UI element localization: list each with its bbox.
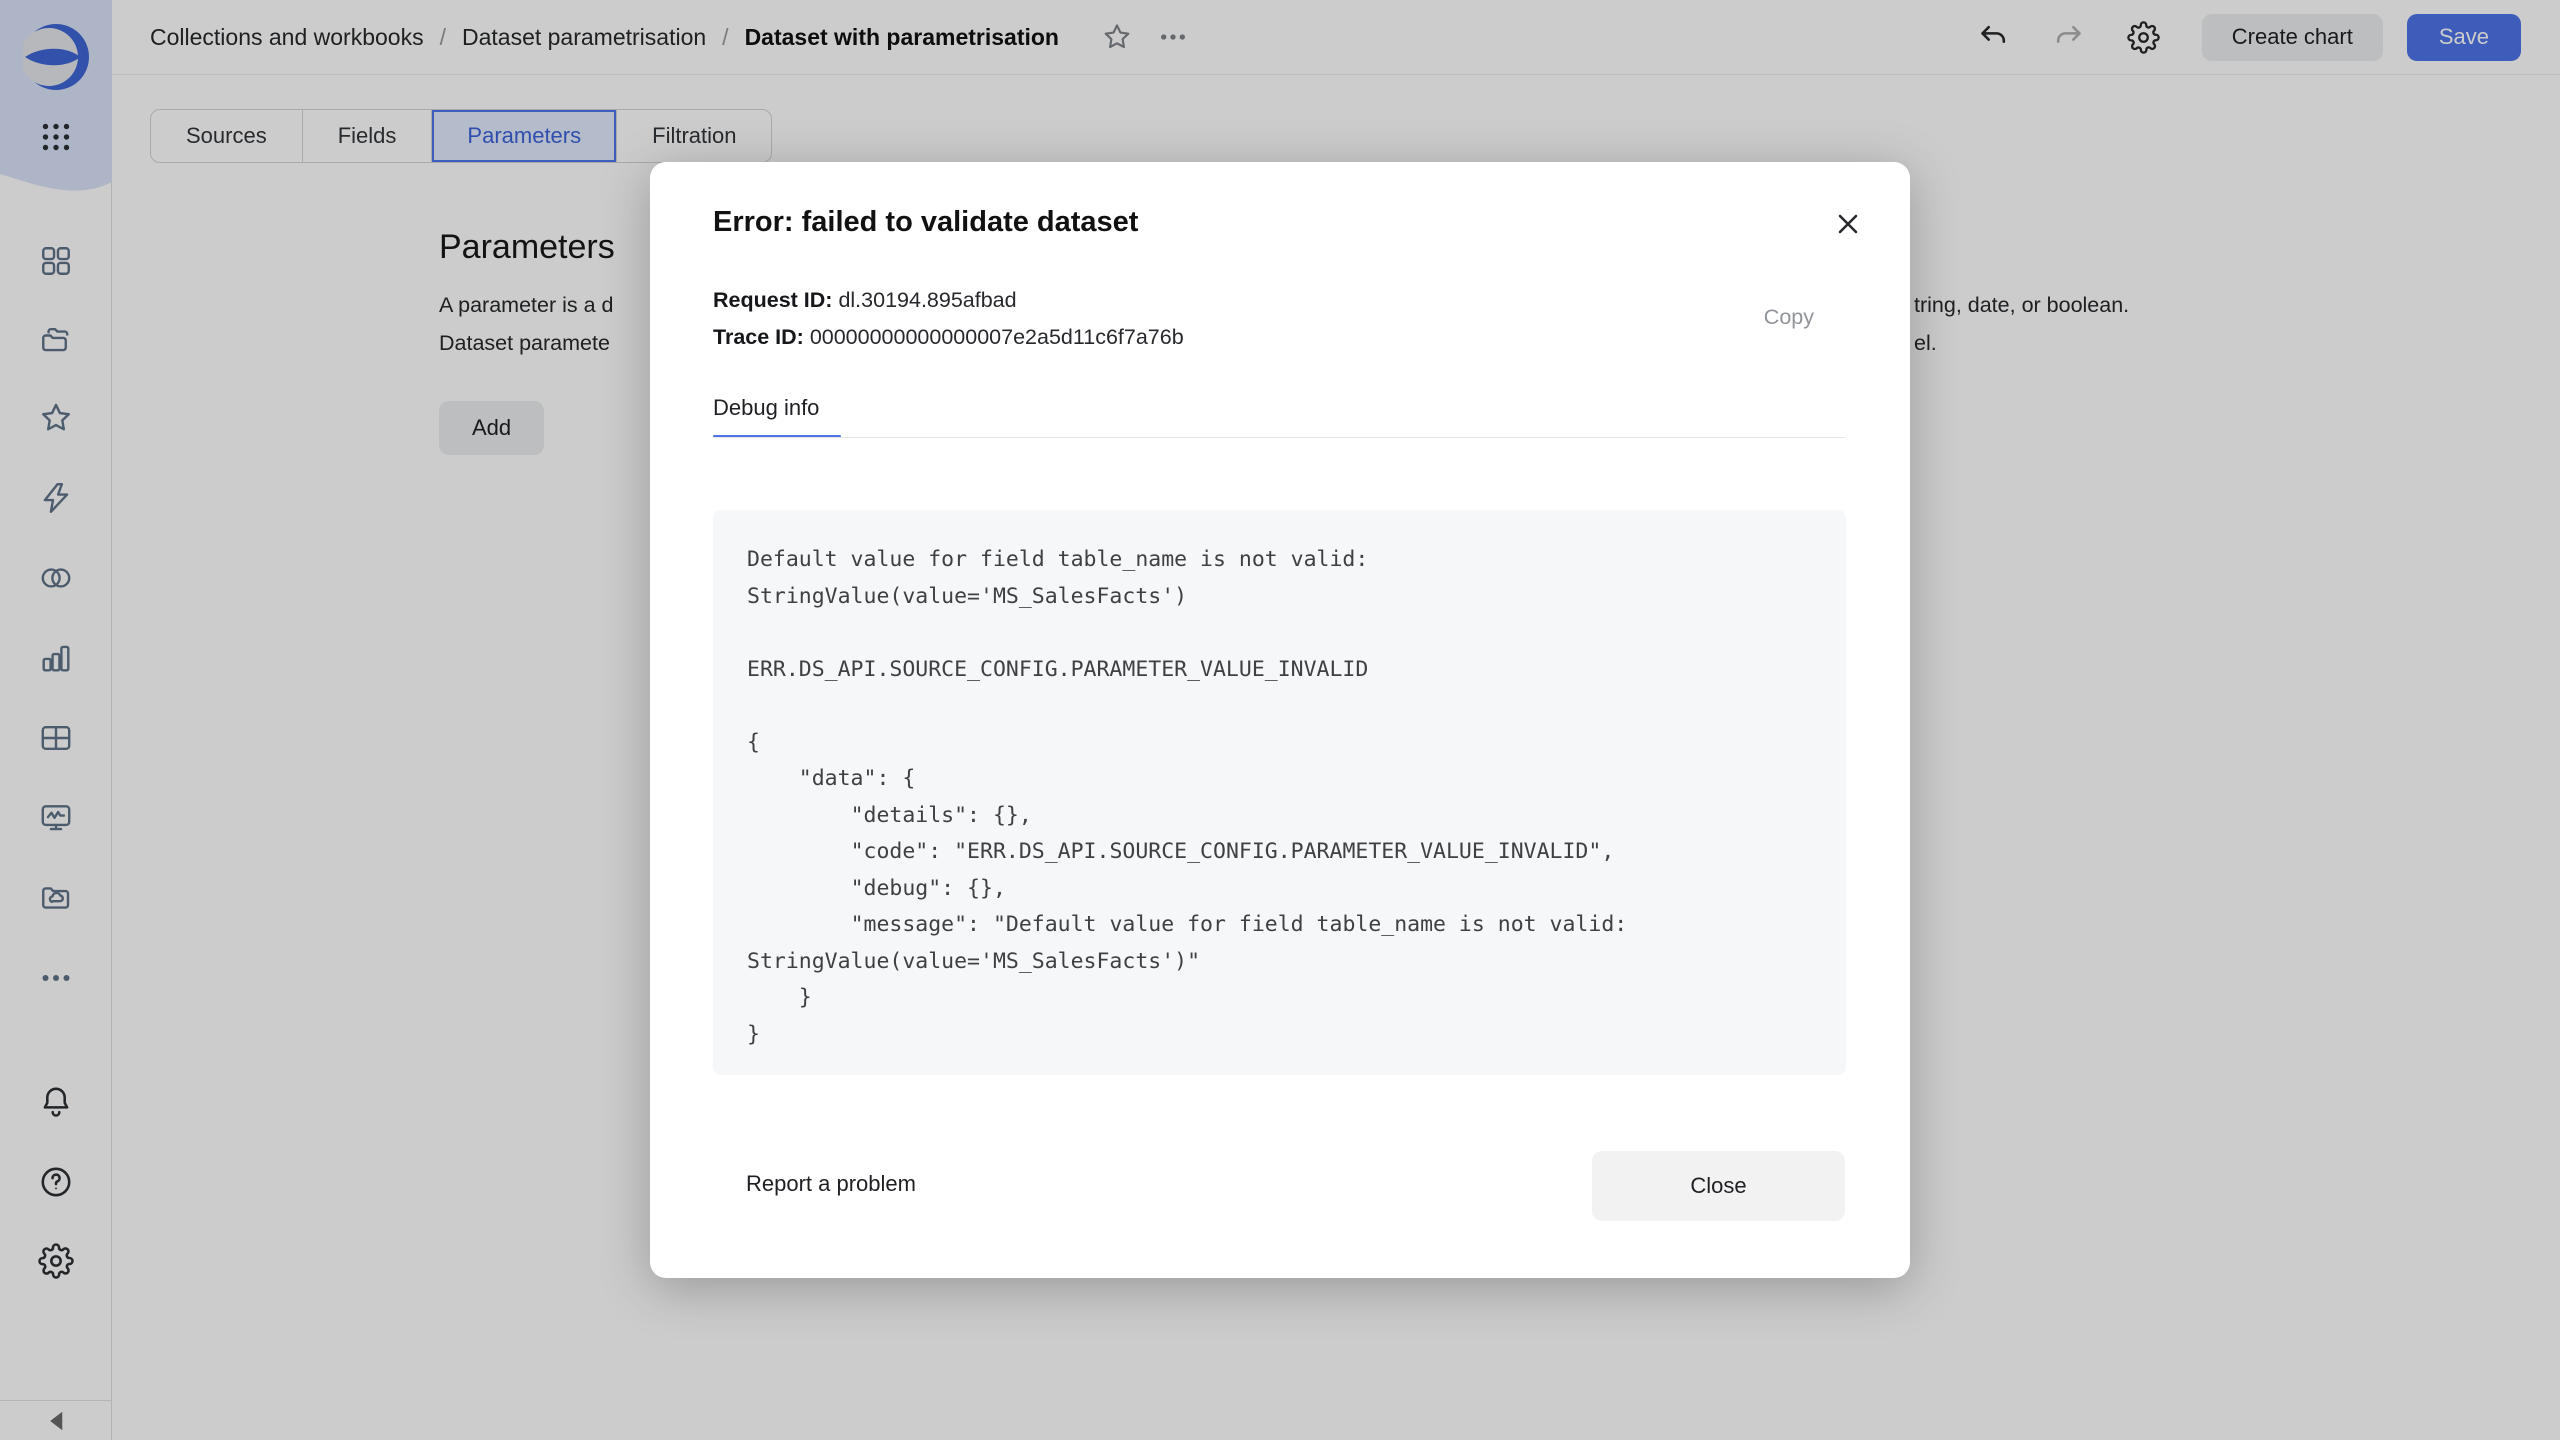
- error-dialog: Error: failed to validate dataset Reques…: [650, 162, 1910, 1278]
- request-id-row: Request ID: dl.30194.895afbad: [713, 282, 1184, 319]
- close-icon[interactable]: [1832, 208, 1864, 240]
- tab-debug-info[interactable]: Debug info: [713, 395, 819, 421]
- trace-id-label: Trace ID:: [713, 325, 804, 349]
- dialog-title: Error: failed to validate dataset: [713, 206, 1138, 239]
- request-id-label: Request ID:: [713, 288, 832, 312]
- close-button[interactable]: Close: [1592, 1151, 1845, 1221]
- request-id-value: dl.30194.895afbad: [838, 288, 1016, 312]
- copy-button[interactable]: Copy: [1764, 305, 1814, 330]
- report-problem-link[interactable]: Report a problem: [746, 1171, 916, 1197]
- debug-output-text: Default value for field table_name is no…: [747, 542, 1812, 1053]
- debug-output: Default value for field table_name is no…: [713, 510, 1846, 1075]
- trace-id-row: Trace ID: 00000000000000007e2a5d11c6f7a7…: [713, 319, 1184, 356]
- error-meta: Request ID: dl.30194.895afbad Trace ID: …: [713, 282, 1184, 356]
- app-root: Collections and workbooks / Dataset para…: [0, 0, 2560, 1440]
- trace-id-value: 00000000000000007e2a5d11c6f7a76b: [810, 325, 1184, 349]
- tab-divider: [713, 437, 1845, 438]
